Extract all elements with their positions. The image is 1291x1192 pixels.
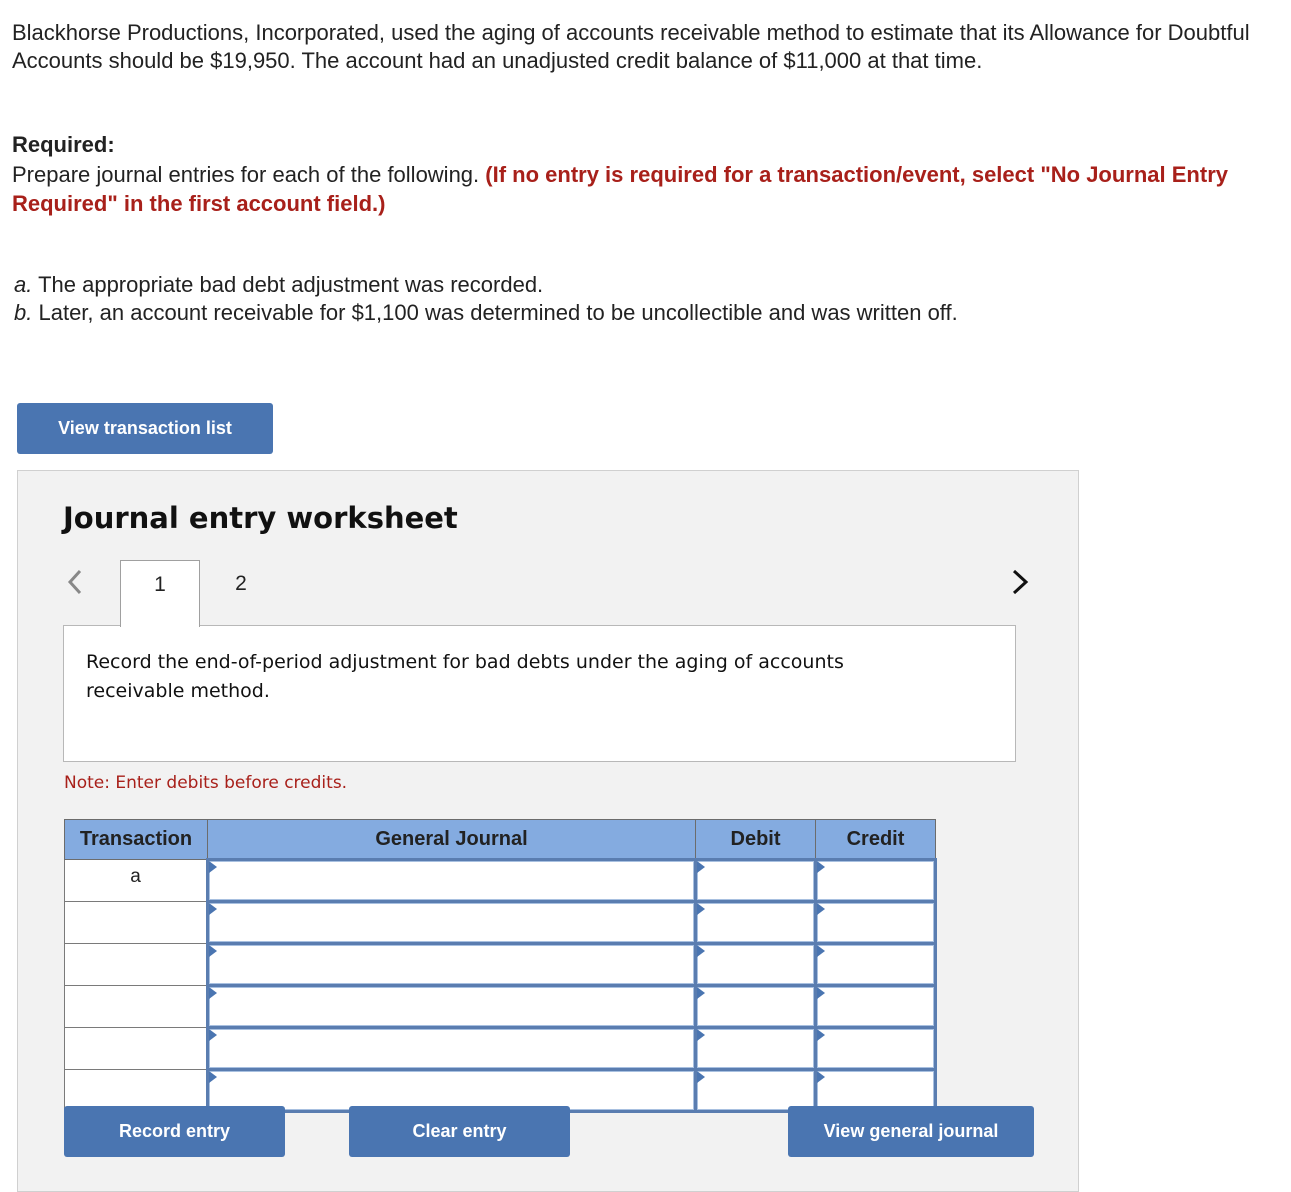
- dropdown-flag-icon: [697, 945, 705, 957]
- debit-input-cell: [694, 984, 817, 1029]
- account-select[interactable]: [209, 903, 694, 942]
- required-label: Required:: [12, 132, 115, 157]
- clear-entry-button[interactable]: Clear entry: [349, 1106, 570, 1157]
- worksheet-title: Journal entry worksheet: [63, 501, 458, 535]
- dropdown-flag-icon: [209, 861, 217, 873]
- account-select[interactable]: [209, 1029, 694, 1068]
- dropdown-flag-icon: [697, 861, 705, 873]
- account-select[interactable]: [209, 987, 694, 1026]
- dropdown-flag-icon: [817, 945, 825, 957]
- account-select-cell: [206, 858, 697, 903]
- debit-input-cell: [694, 858, 817, 903]
- account-select[interactable]: [209, 945, 694, 984]
- tab-1[interactable]: 1: [120, 560, 200, 627]
- transaction-cell: [64, 943, 208, 986]
- transaction-items: a. The appropriate bad debt adjustment w…: [14, 271, 958, 327]
- credit-input-cell: [814, 1026, 937, 1071]
- credit-input[interactable]: [817, 945, 934, 984]
- credit-input[interactable]: [817, 903, 934, 942]
- dropdown-flag-icon: [817, 987, 825, 999]
- debit-input-cell: [694, 900, 817, 945]
- account-select[interactable]: [209, 1071, 694, 1110]
- dropdown-flag-icon: [209, 945, 217, 957]
- required-text: Prepare journal entries for each of the …: [12, 160, 1252, 218]
- credit-input-cell: [814, 900, 937, 945]
- account-select-cell: [206, 984, 697, 1029]
- credit-input[interactable]: [817, 861, 934, 900]
- credit-input[interactable]: [817, 1029, 934, 1068]
- account-select-cell: [206, 1026, 697, 1071]
- next-arrow-icon[interactable]: [1008, 567, 1032, 597]
- credit-input[interactable]: [817, 1071, 934, 1110]
- table-row: [64, 984, 937, 1029]
- item-b: b. Later, an account receivable for $1,1…: [14, 300, 958, 325]
- dropdown-flag-icon: [697, 903, 705, 915]
- record-entry-button[interactable]: Record entry: [64, 1106, 285, 1157]
- debit-input[interactable]: [697, 945, 814, 984]
- dropdown-flag-icon: [817, 1029, 825, 1041]
- journal-table: Transaction General Journal Debit Credit…: [64, 819, 937, 1113]
- dropdown-flag-icon: [209, 1029, 217, 1041]
- dropdown-flag-icon: [817, 861, 825, 873]
- table-row: [64, 900, 937, 945]
- prev-arrow-icon[interactable]: [64, 567, 88, 597]
- entry-description: Record the end-of-period adjustment for …: [86, 651, 844, 702]
- debit-input[interactable]: [697, 903, 814, 942]
- debit-input[interactable]: [697, 1029, 814, 1068]
- header-transaction: Transaction: [64, 819, 208, 860]
- debit-credit-note: Note: Enter debits before credits.: [64, 773, 348, 793]
- dropdown-flag-icon: [697, 1071, 705, 1083]
- header-debit: Debit: [695, 819, 816, 860]
- item-a: a. The appropriate bad debt adjustment w…: [14, 272, 544, 297]
- credit-input[interactable]: [817, 987, 934, 1026]
- table-row: a: [64, 858, 937, 903]
- debit-input[interactable]: [697, 987, 814, 1026]
- debit-input[interactable]: [697, 861, 814, 900]
- dropdown-flag-icon: [817, 1071, 825, 1083]
- entry-description-box: Record the end-of-period adjustment for …: [63, 625, 1016, 762]
- required-instructions: Prepare journal entries for each of the …: [12, 162, 480, 187]
- tab-2[interactable]: 2: [201, 560, 281, 626]
- dropdown-flag-icon: [209, 1071, 217, 1083]
- journal-entry-worksheet: Journal entry worksheet 1 2 Record the e…: [17, 470, 1079, 1192]
- view-general-journal-button[interactable]: View general journal: [788, 1106, 1034, 1157]
- header-credit: Credit: [815, 819, 936, 860]
- dropdown-flag-icon: [697, 1029, 705, 1041]
- dropdown-flag-icon: [697, 987, 705, 999]
- transaction-cell: [64, 901, 208, 944]
- transaction-cell: a: [64, 859, 208, 902]
- problem-intro: Blackhorse Productions, Incorporated, us…: [12, 20, 1250, 73]
- transaction-cell: [64, 1027, 208, 1070]
- debit-input[interactable]: [697, 1071, 814, 1110]
- account-select[interactable]: [209, 861, 694, 900]
- credit-input-cell: [814, 858, 937, 903]
- debit-input-cell: [694, 942, 817, 987]
- credit-input-cell: [814, 984, 937, 1029]
- account-select-cell: [206, 900, 697, 945]
- table-row: [64, 942, 937, 987]
- view-transaction-list-button[interactable]: View transaction list: [17, 403, 273, 454]
- header-general-journal: General Journal: [207, 819, 696, 860]
- dropdown-flag-icon: [209, 987, 217, 999]
- credit-input-cell: [814, 942, 937, 987]
- transaction-cell: [64, 985, 208, 1028]
- debit-input-cell: [694, 1026, 817, 1071]
- account-select-cell: [206, 942, 697, 987]
- dropdown-flag-icon: [209, 903, 217, 915]
- dropdown-flag-icon: [817, 903, 825, 915]
- table-row: [64, 1026, 937, 1071]
